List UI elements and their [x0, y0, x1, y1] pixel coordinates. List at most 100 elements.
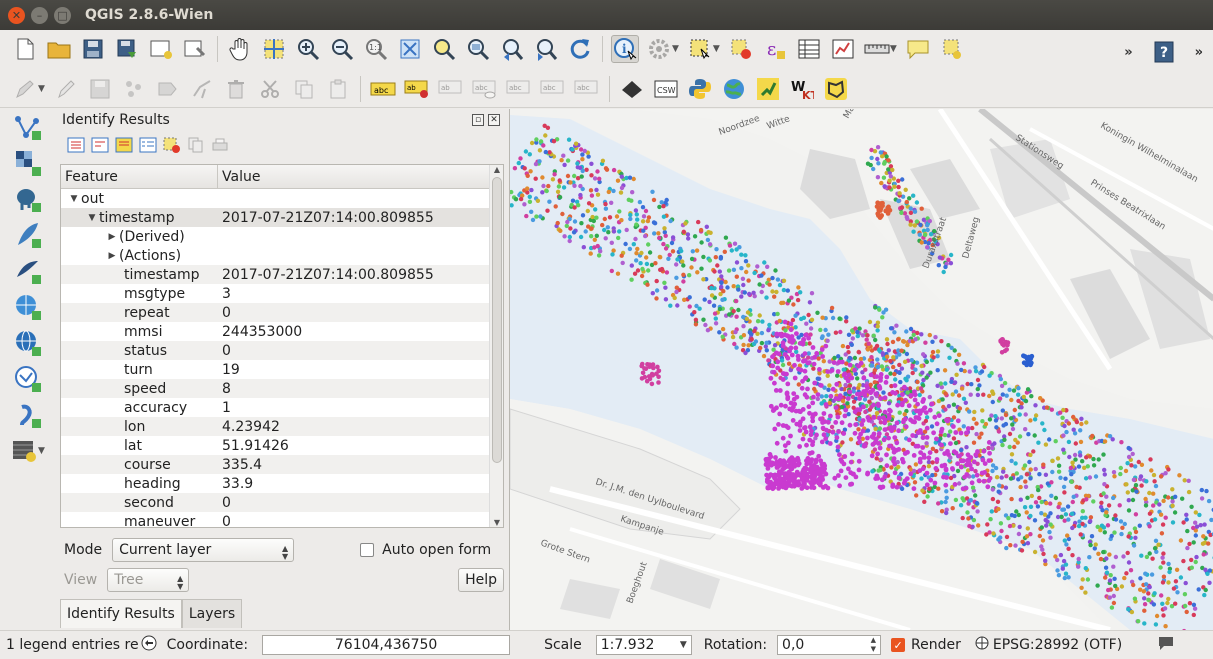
ais-point[interactable] [1192, 606, 1198, 611]
ais-point[interactable] [943, 499, 948, 505]
ais-point[interactable] [1033, 466, 1038, 472]
ais-point[interactable] [1121, 554, 1126, 559]
ais-point[interactable] [880, 154, 885, 159]
ais-point[interactable] [1133, 512, 1139, 517]
ais-point[interactable] [675, 257, 680, 262]
ais-point[interactable] [1018, 484, 1023, 490]
ais-point[interactable] [953, 450, 959, 456]
ais-point[interactable] [650, 189, 655, 194]
ais-point[interactable] [720, 326, 726, 332]
ais-point[interactable] [1132, 596, 1138, 601]
ais-point[interactable] [782, 319, 788, 325]
tree-row-attribute[interactable]: lon 4.23942 [61, 417, 503, 436]
ais-point[interactable] [1122, 575, 1127, 581]
ais-point[interactable] [833, 396, 839, 401]
ais-point[interactable] [1133, 464, 1138, 469]
ais-point[interactable] [1064, 429, 1069, 435]
ais-point[interactable] [659, 200, 664, 205]
ais-point[interactable] [1070, 525, 1075, 531]
collapsed-arrow-icon[interactable]: ▶ [105, 251, 119, 261]
ais-point[interactable] [972, 409, 977, 415]
ais-point[interactable] [825, 338, 830, 343]
node-tool-button[interactable] [188, 75, 216, 103]
ais-point[interactable] [685, 232, 691, 237]
ais-point[interactable] [1124, 482, 1129, 487]
ais-point[interactable] [848, 437, 854, 442]
ais-point[interactable] [1066, 439, 1072, 445]
ais-point[interactable] [647, 362, 652, 367]
ais-point[interactable] [880, 484, 886, 490]
ais-point[interactable] [596, 253, 602, 258]
ais-point[interactable] [917, 459, 923, 465]
ais-point[interactable] [788, 321, 794, 327]
ais-point[interactable] [1041, 551, 1046, 557]
ais-point[interactable] [1091, 463, 1097, 468]
ais-point[interactable] [918, 222, 923, 228]
ais-point[interactable] [927, 332, 932, 338]
ais-point[interactable] [1032, 433, 1037, 438]
ais-point[interactable] [779, 358, 785, 363]
ais-point[interactable] [1129, 609, 1135, 615]
ais-point[interactable] [546, 183, 551, 189]
ais-point[interactable] [672, 295, 677, 301]
ais-point[interactable] [1142, 608, 1147, 613]
ais-point[interactable] [1187, 601, 1193, 606]
ais-point[interactable] [969, 466, 974, 472]
ais-point[interactable] [919, 363, 924, 369]
ais-point[interactable] [955, 361, 960, 366]
ais-point[interactable] [529, 209, 534, 214]
ais-point[interactable] [953, 497, 959, 503]
ais-point[interactable] [1043, 472, 1049, 477]
ais-point[interactable] [1006, 516, 1011, 521]
ais-point[interactable] [654, 296, 659, 301]
ais-point[interactable] [852, 367, 858, 373]
ais-point[interactable] [734, 298, 739, 304]
ais-point[interactable] [795, 458, 801, 463]
ais-point[interactable] [1105, 523, 1111, 528]
ais-point[interactable] [1184, 512, 1189, 517]
ais-point[interactable] [943, 407, 948, 412]
ais-point[interactable] [796, 382, 801, 387]
ais-point[interactable] [892, 435, 898, 440]
ais-point[interactable] [553, 204, 558, 209]
ais-point[interactable] [959, 386, 965, 391]
ais-point[interactable] [802, 425, 807, 431]
ais-point[interactable] [1019, 548, 1025, 553]
ais-point[interactable] [641, 228, 646, 233]
ais-point[interactable] [1078, 439, 1084, 445]
ais-point[interactable] [880, 351, 885, 356]
ais-point[interactable] [878, 150, 883, 155]
ais-point[interactable] [1096, 457, 1101, 462]
ais-point[interactable] [908, 326, 914, 332]
ais-point[interactable] [891, 364, 896, 370]
ais-point[interactable] [1125, 550, 1130, 556]
ais-point[interactable] [775, 365, 781, 371]
ais-point[interactable] [1191, 602, 1197, 607]
ais-point[interactable] [701, 277, 706, 282]
ais-point[interactable] [941, 269, 946, 275]
ais-point[interactable] [1009, 452, 1015, 457]
ais-point[interactable] [860, 428, 866, 434]
ais-point[interactable] [996, 429, 1002, 434]
ais-point[interactable] [933, 466, 939, 471]
ais-point[interactable] [1139, 553, 1144, 558]
ais-point[interactable] [639, 273, 645, 279]
ais-point[interactable] [525, 173, 530, 178]
ais-point[interactable] [1017, 434, 1023, 439]
ais-point[interactable] [857, 396, 862, 401]
zoom-native-button[interactable]: 1:1 [362, 35, 390, 63]
ais-point[interactable] [610, 252, 615, 257]
ais-point[interactable] [759, 330, 765, 336]
ais-point[interactable] [1113, 517, 1119, 522]
ais-point[interactable] [658, 267, 663, 272]
ais-point[interactable] [1044, 405, 1050, 410]
ais-point[interactable] [1203, 587, 1208, 593]
tree-row-attribute[interactable]: timestamp 2017-07-21Z07:14:00.809855 [61, 265, 503, 284]
ais-point[interactable] [1073, 441, 1078, 446]
ais-point[interactable] [747, 330, 752, 335]
ais-point[interactable] [993, 414, 998, 419]
ais-point[interactable] [804, 442, 809, 448]
ais-point[interactable] [823, 483, 828, 489]
ais-point[interactable] [936, 413, 942, 418]
ais-point[interactable] [896, 475, 902, 481]
